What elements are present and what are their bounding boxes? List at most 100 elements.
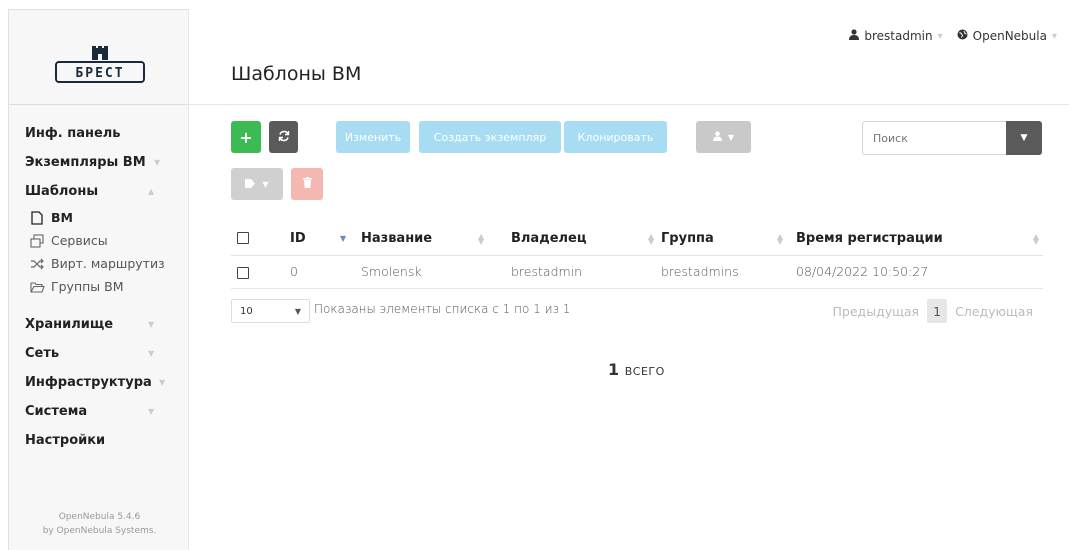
select-all-header	[231, 222, 276, 256]
services-icon	[29, 233, 45, 248]
spacer	[9, 298, 188, 310]
sort-icon: ▲ ▼	[1032, 232, 1039, 246]
column-header-label: Время регистрации	[796, 230, 943, 246]
column-header-group[interactable]: Группа ▲ ▼	[661, 222, 796, 256]
brest-logo[interactable]: БРЕСТ	[54, 46, 146, 84]
table-info: Показаны элементы списка с 1 по 1 из 1	[314, 302, 571, 316]
table-header-row: ID ▼ Название ▲ ▼ Владелец ▲ ▼ Группа ▲ ▼ Время…	[231, 222, 1043, 256]
clone-button[interactable]: Клонировать	[564, 121, 667, 153]
total-count-label: ВСЕГО	[624, 365, 665, 378]
column-header-id[interactable]: ID ▼	[276, 222, 361, 256]
page-number-button[interactable]: 1	[927, 299, 948, 323]
refresh-icon	[278, 130, 290, 145]
sidebar-subitem-vrouters[interactable]: Вирт. маршрутиз	[9, 252, 188, 275]
globe-icon	[957, 29, 968, 43]
sidebar-item-templates[interactable]: Шаблоны ▲	[9, 177, 188, 206]
sidebar-item-label: Настройки	[25, 433, 106, 448]
version-info: OpenNebula 5.4.6 by OpenNebula Systems.	[9, 510, 190, 538]
chevron-down-icon: ▼	[1020, 133, 1028, 143]
sidebar-item-label: Экземпляры ВМ	[25, 155, 146, 170]
cell-owner: brestadmin	[511, 255, 661, 289]
sort-icon: ▲ ▼	[777, 232, 784, 246]
sort-icon: ▲ ▼	[478, 232, 485, 246]
cell-group: brestadmins	[661, 255, 796, 289]
search-input[interactable]	[862, 121, 1006, 155]
search-options-button[interactable]: ▼	[1006, 121, 1042, 155]
refresh-button[interactable]	[269, 121, 298, 153]
chevron-down-icon: ▼	[148, 407, 155, 416]
sidebar-subitem-services[interactable]: Сервисы	[9, 229, 188, 252]
chevron-down-icon: ▾	[937, 30, 943, 42]
file-icon	[29, 210, 45, 225]
zone-menu[interactable]: OpenNebula ▾	[957, 29, 1057, 43]
total-count: 1 ВСЕГО	[608, 360, 665, 379]
user-menu[interactable]: brestadmin ▾	[849, 29, 943, 43]
page-title: Шаблоны ВМ	[231, 63, 362, 85]
header-divider	[189, 104, 1069, 105]
sidebar-item-label: Сеть	[25, 346, 60, 361]
page-length-select[interactable]: 10 ▼	[231, 299, 310, 323]
sidebar-item-dashboard[interactable]: Инф. панель	[9, 119, 188, 148]
sidebar-item-settings[interactable]: Настройки	[9, 426, 188, 455]
column-header-owner[interactable]: Владелец ▲ ▼	[511, 222, 661, 256]
table-row[interactable]: 0 Smolensk brestadmin brestadmins 08/04/…	[231, 255, 1043, 289]
column-header-regtime[interactable]: Время регистрации ▲ ▼	[796, 222, 1043, 256]
column-header-label: ID	[290, 230, 306, 246]
chevron-up-icon: ▲	[148, 187, 155, 196]
chevron-down-icon: ▼	[727, 132, 735, 142]
sidebar-item-storage[interactable]: Хранилище ▼	[9, 310, 188, 339]
sidebar: БРЕСТ Инф. панель Экземпляры ВМ ▼ Шаблоны…	[8, 9, 189, 550]
cell-id: 0	[276, 255, 361, 289]
sidebar-subitem-vm-templates[interactable]: ВМ	[9, 206, 188, 229]
instantiate-button[interactable]: Создать экземпляр	[419, 121, 561, 153]
logo-area: БРЕСТ	[9, 10, 188, 105]
sort-desc-icon: ▼	[340, 234, 347, 243]
chevron-down-icon: ▼	[262, 179, 269, 189]
sidebar-subitem-label: Вирт. маршрутиз	[51, 256, 165, 271]
user-icon	[712, 130, 722, 144]
templates-table: ID ▼ Название ▲ ▼ Владелец ▲ ▼ Группа ▲ ▼ Время…	[231, 222, 1043, 289]
logo-text: БРЕСТ	[75, 66, 124, 81]
chevron-down-icon: ▾	[1051, 30, 1057, 42]
chevron-down-icon: ▼	[154, 158, 161, 167]
column-header-label: Группа	[661, 230, 714, 246]
delete-button[interactable]	[291, 168, 323, 200]
chevron-down-icon: ▼	[148, 349, 155, 358]
chevron-down-icon: ▼	[159, 378, 166, 387]
sidebar-subitem-label: Сервисы	[51, 233, 108, 248]
next-page-button[interactable]: Следующая	[955, 304, 1033, 319]
sidebar-subitem-label: ВМ	[51, 210, 73, 225]
pagination: Предыдущая 1 Следующая	[833, 299, 1033, 323]
cell-name: Smolensk	[361, 255, 511, 289]
sort-icon: ▲ ▼	[648, 232, 655, 246]
sidebar-item-label: Шаблоны	[25, 184, 99, 199]
trash-icon	[302, 177, 312, 191]
sidebar-item-system[interactable]: Система ▼	[9, 397, 188, 426]
select-all-checkbox[interactable]	[237, 232, 249, 245]
chevron-down-icon: ▼	[148, 320, 155, 329]
row-select-cell	[231, 255, 276, 289]
shuffle-icon	[29, 258, 45, 270]
sidebar-item-label: Хранилище	[25, 317, 114, 332]
update-button[interactable]: Изменить	[336, 121, 410, 153]
create-button[interactable]: +	[231, 121, 261, 153]
folder-open-icon	[29, 281, 45, 293]
topbar: brestadmin ▾ OpenNebula ▾	[849, 29, 1057, 43]
sidebar-subitem-label: Группы ВМ	[51, 279, 124, 294]
sidebar-subitem-vm-groups[interactable]: Группы ВМ	[9, 275, 188, 298]
vendor-line: by OpenNebula Systems.	[42, 526, 157, 536]
column-header-label: Название	[361, 230, 433, 246]
page-length-value: 10	[240, 305, 253, 317]
row-checkbox[interactable]	[237, 266, 249, 279]
sidebar-nav: Инф. панель Экземпляры ВМ ▼ Шаблоны ▲ ВМ С…	[9, 105, 188, 455]
total-count-value: 1	[608, 360, 620, 379]
sidebar-item-vms[interactable]: Экземпляры ВМ ▼	[9, 148, 188, 177]
chevron-down-icon: ▼	[294, 306, 301, 316]
column-header-name[interactable]: Название ▲ ▼	[361, 222, 511, 256]
change-owner-button[interactable]: ▼	[696, 121, 751, 153]
sidebar-item-label: Инф. панель	[25, 126, 121, 141]
prev-page-button[interactable]: Предыдущая	[833, 304, 920, 319]
labels-button[interactable]: ▼	[231, 168, 283, 200]
sidebar-item-network[interactable]: Сеть ▼	[9, 339, 188, 368]
sidebar-item-infrastructure[interactable]: Инфраструктура ▼	[9, 368, 188, 397]
